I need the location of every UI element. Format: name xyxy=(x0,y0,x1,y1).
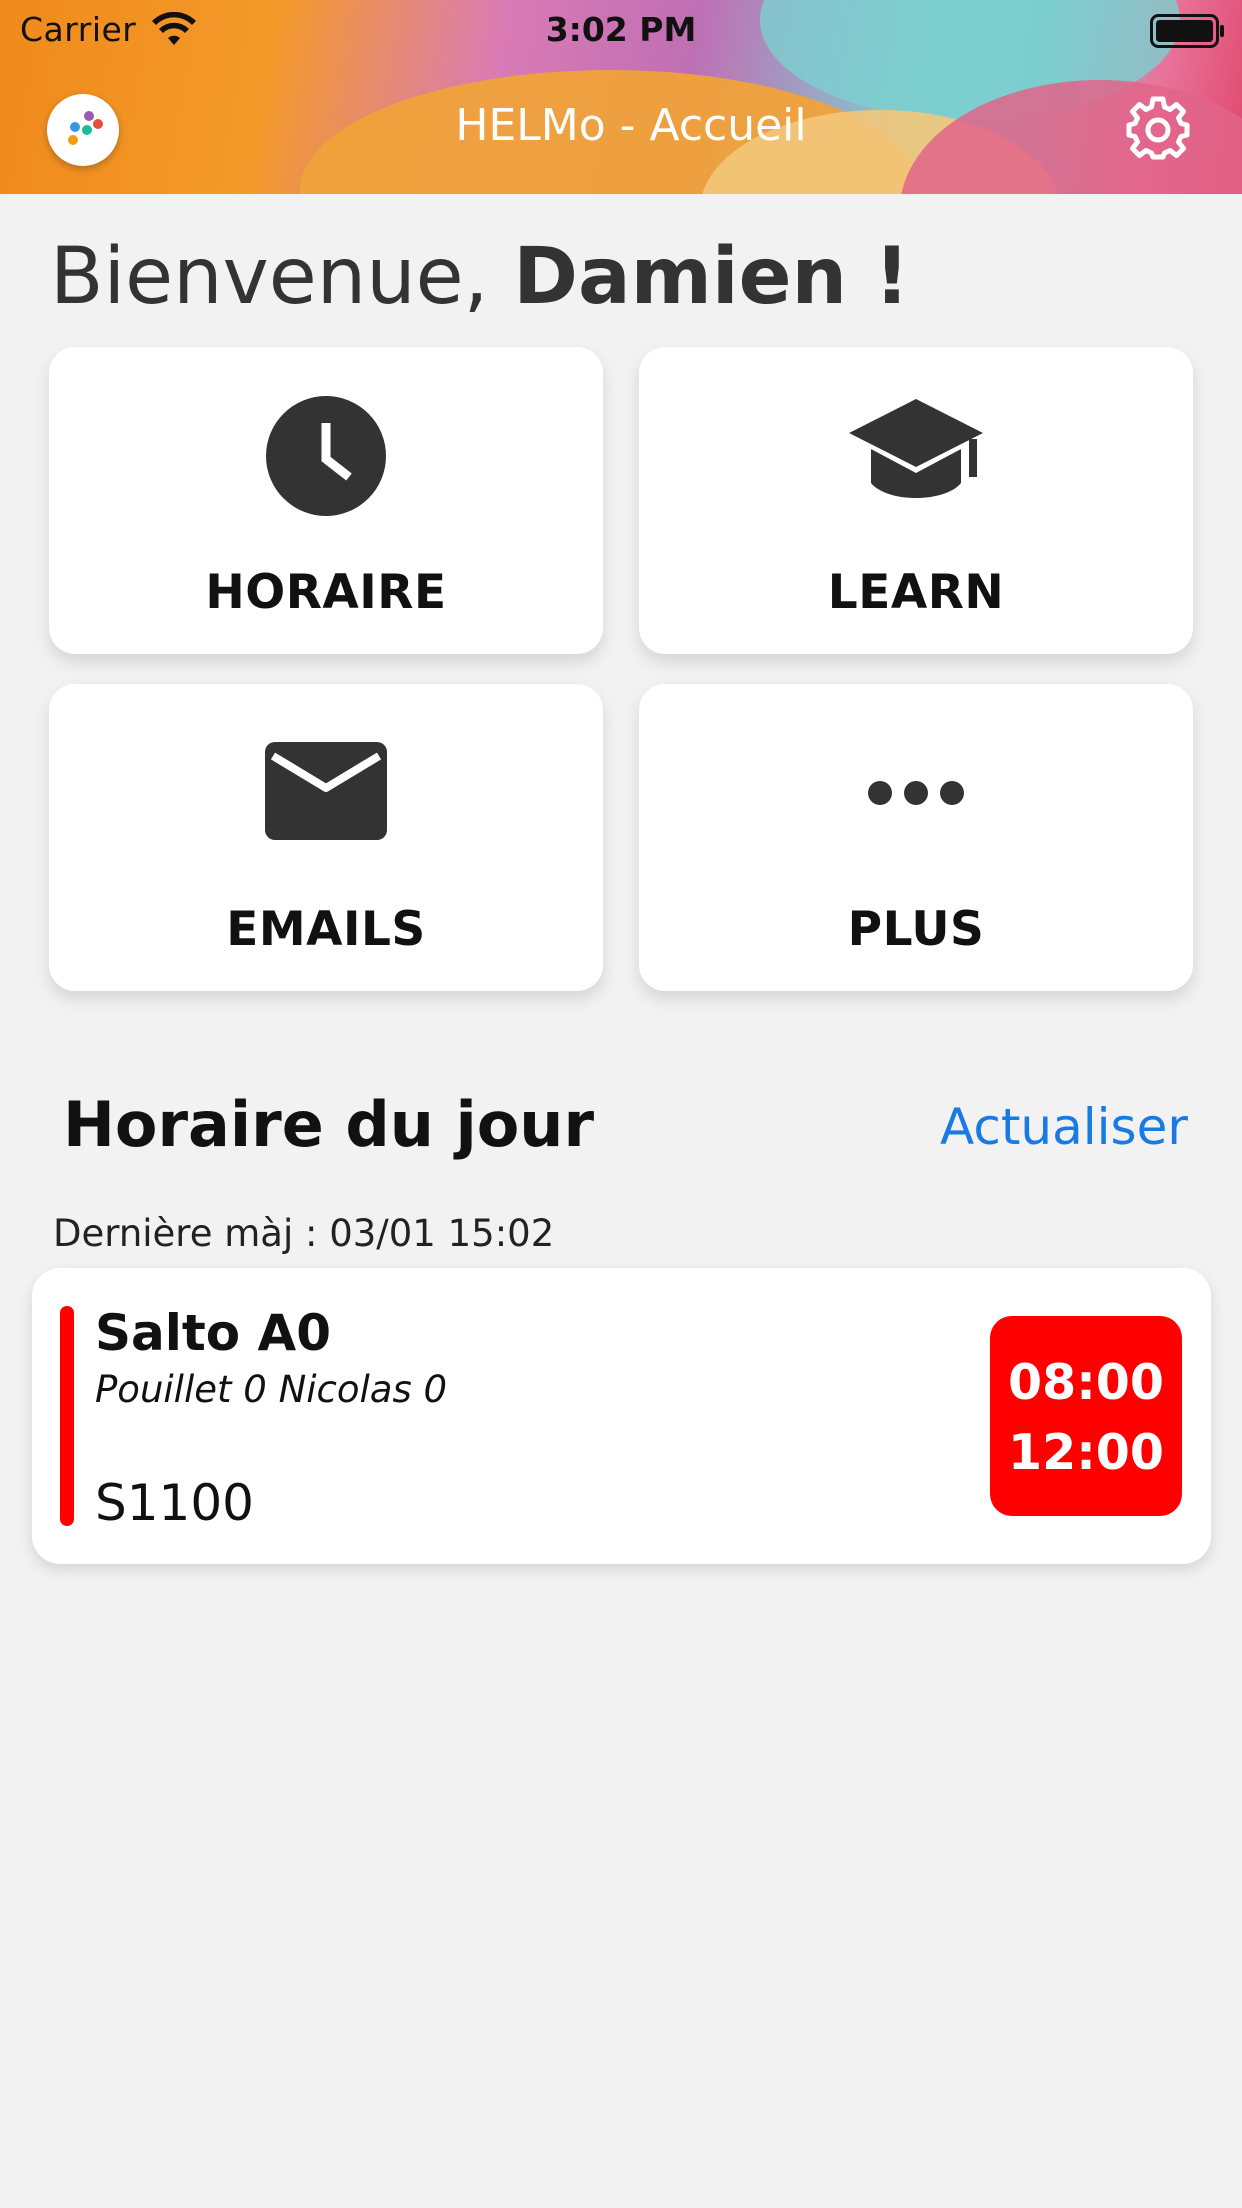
status-time: 3:02 PM xyxy=(545,10,697,49)
course-teacher: Pouillet 0 Nicolas 0 xyxy=(95,1368,448,1411)
tile-label: LEARN xyxy=(827,565,1005,620)
course-name: Salto A0 xyxy=(95,1304,332,1362)
page-title: HELMo - Accueil xyxy=(455,100,807,151)
course-start-time: 08:00 xyxy=(1008,1354,1164,1411)
more-dots-icon xyxy=(868,781,964,805)
welcome-message: Bienvenue, Damien ! xyxy=(50,232,910,322)
tile-label: PLUS xyxy=(847,902,985,957)
refresh-button[interactable]: Actualiser xyxy=(940,1098,1188,1156)
graduation-cap-icon xyxy=(849,399,983,498)
welcome-user-name: Damien ! xyxy=(513,232,910,322)
clock-icon xyxy=(266,396,386,516)
course-room: S1100 xyxy=(95,1474,254,1532)
envelope-icon xyxy=(265,742,387,840)
course-time-badge: 08:00 12:00 xyxy=(990,1316,1182,1516)
last-update-text: Dernière màj : 03/01 15:02 xyxy=(53,1212,555,1255)
tile-learn[interactable]: LEARN xyxy=(639,347,1193,654)
course-card[interactable]: Salto A0 Pouillet 0 Nicolas 0 S1100 08:0… xyxy=(32,1268,1211,1564)
gear-icon[interactable] xyxy=(1125,95,1191,161)
app-header: Carrier 3:02 PM HELMo - Accueil xyxy=(0,0,1242,194)
tile-horaire[interactable]: HORAIRE xyxy=(49,347,603,654)
course-color-bar xyxy=(60,1306,74,1526)
section-title: Horaire du jour xyxy=(63,1088,595,1161)
tile-plus[interactable]: PLUS xyxy=(639,684,1193,991)
tile-label: EMAILS xyxy=(226,902,426,957)
welcome-greeting: Bienvenue, xyxy=(50,232,514,322)
course-end-time: 12:00 xyxy=(1008,1424,1164,1481)
tile-label: HORAIRE xyxy=(205,565,447,620)
battery-icon xyxy=(1150,14,1224,48)
tile-emails[interactable]: EMAILS xyxy=(49,684,603,991)
